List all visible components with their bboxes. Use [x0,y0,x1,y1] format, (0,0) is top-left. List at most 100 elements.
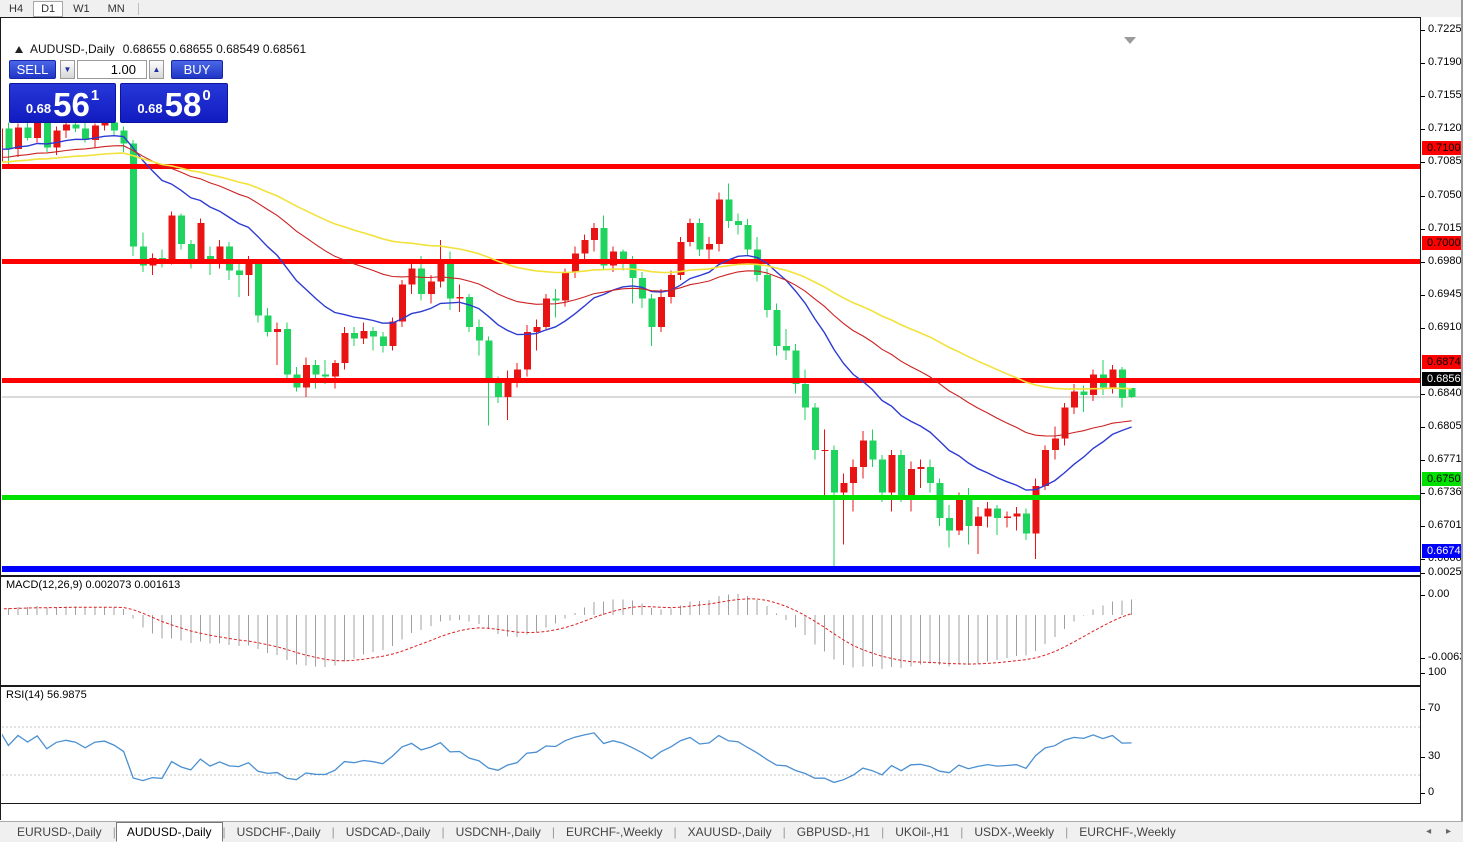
candle-body [1042,450,1050,487]
candle-body [907,469,915,496]
candle-body [178,215,186,244]
price-tick [1421,595,1425,596]
price-tick [1421,573,1425,574]
level-price-chip: 0.66746 [1422,544,1463,558]
sell-price-box[interactable]: 0.68 56 1 [9,83,116,123]
candle-body [63,124,70,131]
candle-body [975,516,982,526]
candle-body [735,221,742,225]
candle-body [101,122,109,126]
price-tick [1421,673,1425,674]
price-tick [1421,229,1425,230]
price-tick [1421,63,1425,64]
price-scale[interactable]: 0.72250 0.71900 0.71550 0.71200 0.70850 0.705… [1421,17,1463,820]
candle-body [475,327,483,341]
level-price-chip: 0.67508 [1422,472,1463,486]
chart-tab-usdcnh-daily[interactable]: USDCNH-,Daily [445,823,552,841]
horizontal-level-line [2,566,1421,572]
price-tick-label: 0 [1428,786,1435,798]
candle-body [543,298,550,328]
candle-body [850,467,858,484]
candle-body [130,143,138,247]
buy-price-box[interactable]: 0.68 58 0 [120,83,228,123]
chart-tab-eurchf-weekly[interactable]: EURCHF-,Weekly [1068,823,1186,841]
tab-scroll-arrows[interactable]: ◂ ▸ [1426,826,1457,837]
candle-body [715,199,723,244]
price-tick [1421,460,1425,461]
one-click-collapse-icon[interactable] [15,45,23,53]
timeframe-button-h4[interactable]: H4 [1,1,31,17]
candle-body [1071,391,1078,408]
chart-tab-eurchf-weekly[interactable]: EURCHF-,Weekly [555,823,673,841]
candle-body [1128,388,1136,398]
price-tick-label: 0.002574 [1428,566,1463,578]
candle-body [859,440,867,468]
candle-body [495,381,502,398]
timeframe-button-w1[interactable]: W1 [65,1,98,17]
candle-body [763,275,771,311]
timeframe-button-d1[interactable]: D1 [33,0,64,17]
price-tick-label: 100 [1428,666,1447,678]
price-tick-label: 0.71900 [1428,56,1463,68]
candle-body [591,227,598,241]
horizontal-level-line [2,378,1421,383]
candle-body [283,328,291,375]
candle-body [667,275,675,297]
candle-body [53,130,61,148]
candle-body [341,332,349,364]
price-tick [1421,328,1425,329]
buy-price-frac: 0.68 [137,101,163,116]
chart-tab-xauusd-daily[interactable]: XAUUSD-,Daily [677,823,783,841]
price-tick-label: 0.67360 [1428,486,1463,498]
chart-tab-eurusd-daily[interactable]: EURUSD-,Daily [6,823,113,841]
chart-tab-usdcad-daily[interactable]: USDCAD-,Daily [335,823,442,841]
candle-body [264,315,272,332]
candle-body [869,440,877,460]
candle-body [235,270,243,276]
chart-tab-audusd-daily[interactable]: AUDUSD-,Daily [115,822,223,842]
volume-increase-button[interactable]: ▲ [149,60,164,79]
candle-body [226,246,234,271]
volume-decrease-button[interactable]: ▼ [60,60,75,79]
candle-body [456,296,464,299]
ohlc-values: 0.68655 0.68655 0.68549 0.68561 [122,42,307,56]
candle-body [965,499,973,526]
price-tick [1421,559,1425,560]
chart-tab-usdx-weekly[interactable]: USDX-,Weekly [963,823,1065,841]
candle-body [677,241,685,276]
candle-body [898,454,906,496]
chart-tab-usdchf-daily[interactable]: USDCHF-,Daily [226,823,332,841]
level-price-chip: 0.68746 [1422,355,1463,369]
buy-button[interactable]: BUY [171,60,223,79]
chart-shift-marker-icon[interactable] [1124,37,1136,44]
chart-tab-gbpusd-h1[interactable]: GBPUSD-,H1 [786,823,881,841]
candle-body [888,454,896,493]
candle-body [696,223,704,250]
price-tick [1421,793,1425,794]
candle-body [514,369,522,379]
sell-button[interactable]: SELL [9,60,56,79]
timeframe-button-mn[interactable]: MN [100,1,133,17]
candle-body [322,374,330,377]
candle-body [418,268,426,294]
candle-body [303,364,310,388]
candle-body [1080,391,1088,396]
candle-body [2,128,3,162]
level-price-chip: 0.71005 [1422,141,1463,155]
rsi-pane[interactable]: RSI(14) 56.9875 [2,687,1421,820]
horizontal-level-line [2,259,1421,264]
chart-tab-ukoil-h1[interactable]: UKOil-,H1 [884,823,960,841]
chart-title: AUDUSD-,Daily 0.68655 0.68655 0.68549 0.… [15,42,306,56]
price-tick-label: 0.00 [1428,588,1450,600]
macd-pane[interactable]: MACD(12,26,9) 0.002073 0.001613 [2,577,1421,685]
candle-body [744,224,752,250]
price-tick-label: 0.71200 [1428,122,1463,134]
price-tick [1421,427,1425,428]
rsi-line [2,732,1132,784]
macd-label: MACD(12,26,9) 0.002073 0.001613 [6,579,181,591]
price-tick-label: 0.70150 [1428,222,1463,234]
horizontal-level-line [2,164,1421,169]
candle-body [936,483,944,519]
candle-body [1119,369,1126,399]
volume-input[interactable]: 1.00 [77,60,147,79]
